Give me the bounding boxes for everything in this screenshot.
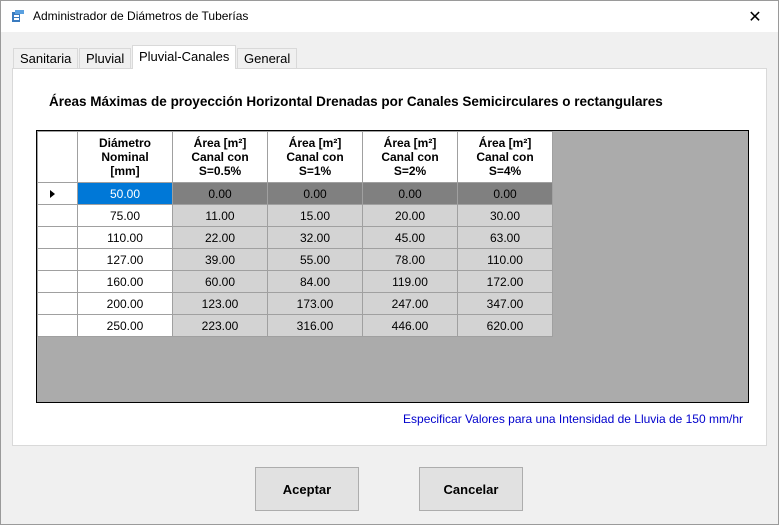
area-cell[interactable]: 0.00	[172, 182, 268, 205]
diameter-cell[interactable]: 50.00	[77, 182, 173, 205]
diameter-cell[interactable]: 127.00	[77, 248, 173, 271]
column-header-line: Área [m²]	[193, 136, 247, 150]
column-header-line: S=4%	[488, 164, 522, 178]
close-icon[interactable]: ✕	[732, 1, 778, 32]
dialog-window: Administrador de Diámetros de Tuberías ✕…	[0, 0, 779, 525]
row-header[interactable]	[37, 226, 78, 249]
area-cell[interactable]: 45.00	[362, 226, 458, 249]
area-cell[interactable]: 32.00	[267, 226, 363, 249]
table-row[interactable]: 200.00 123.00 173.00 247.00 347.00	[37, 292, 553, 315]
area-cell[interactable]: 110.00	[457, 248, 553, 271]
column-header-4[interactable]: Área [m²] Canal con S=4%	[457, 131, 553, 183]
column-header-3[interactable]: Área [m²] Canal con S=2%	[362, 131, 458, 183]
row-header[interactable]	[37, 204, 78, 227]
diameter-cell[interactable]: 250.00	[77, 314, 173, 337]
data-grid-table: Diámetro Nominal [mm] Área [m²] Canal con S=0…	[37, 131, 553, 337]
column-header-line: S=2%	[393, 164, 427, 178]
column-header-2[interactable]: Área [m²] Canal con S=1%	[267, 131, 363, 183]
area-cell[interactable]: 84.00	[267, 270, 363, 293]
column-header-line: Canal con	[191, 150, 249, 164]
tab-pluvial-canales[interactable]: Pluvial-Canales	[132, 45, 237, 69]
diameter-cell[interactable]: 160.00	[77, 270, 173, 293]
area-cell[interactable]: 0.00	[362, 182, 458, 205]
column-header-line: S=1%	[298, 164, 332, 178]
area-cell[interactable]: 119.00	[362, 270, 458, 293]
column-header-line: Canal con	[381, 150, 439, 164]
column-header-line: Área [m²]	[383, 136, 437, 150]
area-cell[interactable]: 347.00	[457, 292, 553, 315]
current-row-arrow-icon	[50, 189, 55, 198]
column-header-0[interactable]: Diámetro Nominal [mm]	[77, 131, 173, 183]
table-row[interactable]: 110.00 22.00 32.00 45.00 63.00	[37, 226, 553, 249]
column-header-line: Área [m²]	[478, 136, 532, 150]
area-cell[interactable]: 30.00	[457, 204, 553, 227]
intensity-note: Especificar Valores para una Intensidad …	[403, 412, 743, 426]
area-cell[interactable]: 316.00	[267, 314, 363, 337]
area-cell[interactable]: 63.00	[457, 226, 553, 249]
diameter-cell[interactable]: 75.00	[77, 204, 173, 227]
column-header-line: S=0.5%	[198, 164, 242, 178]
area-cell[interactable]: 39.00	[172, 248, 268, 271]
area-cell[interactable]: 247.00	[362, 292, 458, 315]
tab-sanitaria[interactable]: Sanitaria	[13, 48, 79, 69]
row-header[interactable]	[37, 248, 78, 271]
panel-heading: Áreas Máximas de proyección Horizontal D…	[49, 94, 663, 109]
accept-button[interactable]: Aceptar	[255, 467, 359, 511]
table-row[interactable]: 127.00 39.00 55.00 78.00 110.00	[37, 248, 553, 271]
row-header[interactable]	[37, 292, 78, 315]
window-title: Administrador de Diámetros de Tuberías	[33, 9, 249, 23]
column-header-1[interactable]: Área [m²] Canal con S=0.5%	[172, 131, 268, 183]
area-cell[interactable]: 172.00	[457, 270, 553, 293]
area-cell[interactable]: 55.00	[267, 248, 363, 271]
area-cell[interactable]: 60.00	[172, 270, 268, 293]
tab-general[interactable]: General	[237, 48, 298, 69]
column-header-line: Canal con	[476, 150, 534, 164]
area-cell[interactable]: 223.00	[172, 314, 268, 337]
row-header[interactable]	[37, 314, 78, 337]
table-row[interactable]: 250.00 223.00 316.00 446.00 620.00	[37, 314, 553, 337]
area-cell[interactable]: 11.00	[172, 204, 268, 227]
area-cell[interactable]: 620.00	[457, 314, 553, 337]
column-header-line: Nominal	[101, 150, 149, 164]
column-header-line: Área [m²]	[288, 136, 342, 150]
row-header[interactable]	[37, 270, 78, 293]
header-row: Diámetro Nominal [mm] Área [m²] Canal con S=0…	[37, 131, 553, 183]
cancel-button[interactable]: Cancelar	[419, 467, 523, 511]
area-cell[interactable]: 15.00	[267, 204, 363, 227]
tab-pluvial[interactable]: Pluvial	[79, 48, 132, 69]
table-row[interactable]: 75.00 11.00 15.00 20.00 30.00	[37, 204, 553, 227]
area-cell[interactable]: 0.00	[457, 182, 553, 205]
area-cell[interactable]: 22.00	[172, 226, 268, 249]
row-header-corner	[37, 131, 78, 183]
diameter-cell[interactable]: 110.00	[77, 226, 173, 249]
area-cell[interactable]: 20.00	[362, 204, 458, 227]
title-bar: Administrador de Diámetros de Tuberías ✕	[1, 1, 778, 32]
diameter-cell[interactable]: 200.00	[77, 292, 173, 315]
row-header[interactable]	[37, 182, 78, 205]
area-cell[interactable]: 173.00	[267, 292, 363, 315]
tab-panel-pluvial-canales: Áreas Máximas de proyección Horizontal D…	[12, 68, 767, 446]
area-cell[interactable]: 446.00	[362, 314, 458, 337]
column-header-line: [mm]	[110, 164, 140, 178]
column-header-line: Canal con	[286, 150, 344, 164]
area-cell[interactable]: 123.00	[172, 292, 268, 315]
area-cell[interactable]: 78.00	[362, 248, 458, 271]
app-pipe-icon	[10, 9, 26, 25]
column-header-line: Diámetro	[98, 136, 151, 150]
area-cell[interactable]: 0.00	[267, 182, 363, 205]
table-row[interactable]: 50.00 0.00 0.00 0.00 0.00	[37, 182, 553, 205]
table-row[interactable]: 160.00 60.00 84.00 119.00 172.00	[37, 270, 553, 293]
data-grid[interactable]: Diámetro Nominal [mm] Área [m²] Canal con S=0…	[36, 130, 749, 403]
